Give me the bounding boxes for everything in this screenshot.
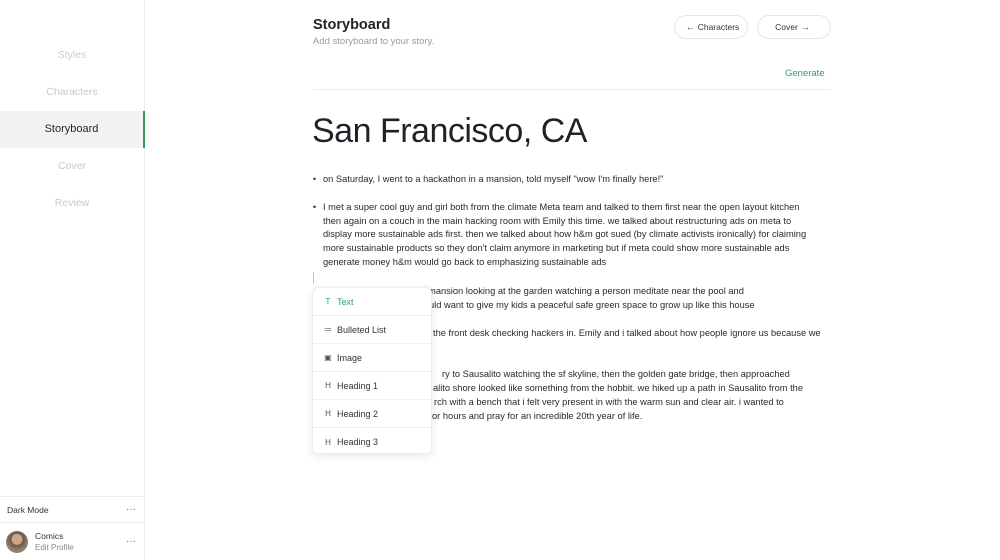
sidebar-item-styles[interactable]: Styles <box>0 37 144 74</box>
next-button-label: Cover <box>775 22 798 32</box>
sidebar-item-storyboard[interactable]: Storyboard <box>0 111 145 148</box>
paragraph-line: I met a super cool guy and girl both fro… <box>323 201 800 212</box>
menu-item-text[interactable]: T Text <box>313 288 431 316</box>
paragraph-line: the front desk checking hackers in. Emil… <box>433 328 821 338</box>
profile-text: Comics Edit Profile <box>35 531 126 553</box>
bullet-paragraph[interactable]: on Saturday, I went to a hackathon in a … <box>313 173 833 187</box>
page-subtitle: Add storyboard to your story. <box>313 36 435 47</box>
menu-item-label: Heading 2 <box>337 408 379 419</box>
menu-item-label: Bulleted List <box>337 324 387 335</box>
paragraph-line: then again on a couch in the main hackin… <box>323 215 792 226</box>
more-icon[interactable]: ··· <box>126 504 136 515</box>
paragraph-line: generate money h&m would go back to emph… <box>323 256 607 267</box>
text-cursor <box>313 272 314 284</box>
heading-icon: H <box>325 437 331 447</box>
arrow-left-icon: ← <box>685 22 695 32</box>
page-title: Storyboard <box>313 17 391 33</box>
sidebar-nav: Styles Characters Storyboard Cover Revie… <box>0 37 145 222</box>
heading-icon: H <box>325 381 331 390</box>
paragraph-line: more sustainable products so they don't … <box>323 243 790 254</box>
menu-item-label: Heading 1 <box>337 380 379 391</box>
profile-more-icon[interactable]: ··· <box>126 536 136 547</box>
back-button-label: Characters <box>697 22 740 32</box>
menu-item-label: Image <box>337 352 363 363</box>
profile-row[interactable]: Comics Edit Profile ··· <box>0 523 144 560</box>
paragraph-line: rch with a bench that i felt very presen… <box>434 397 784 407</box>
avatar <box>6 530 28 553</box>
bullet-paragraph[interactable]: I met a super cool guy and girl both fro… <box>313 201 833 270</box>
sidebar-item-cover[interactable]: Cover <box>0 148 144 185</box>
image-icon: ▣ <box>324 353 332 362</box>
paragraph-line: display more sustainable ads first. then… <box>323 229 807 240</box>
menu-item-label: Text <box>337 296 354 307</box>
menu-item-heading-2[interactable]: H Heading 2 <box>313 400 431 428</box>
paragraph-line: or hours and pray for an incredible 20th… <box>432 411 643 421</box>
document-title[interactable]: San Francisco, CA <box>312 112 587 151</box>
edit-profile-link[interactable]: Edit Profile <box>35 542 126 553</box>
paragraph-line: uld want to give my kids a peaceful safe… <box>429 300 755 310</box>
app-window: Styles Characters Storyboard Cover Revie… <box>0 0 1000 560</box>
paragraph-line: alito shore looked like something from t… <box>433 383 804 393</box>
menu-item-heading-1[interactable]: H Heading 1 <box>313 372 431 400</box>
paragraph-line: ry to Sausalito watching the sf skyline,… <box>442 369 790 379</box>
back-characters-button[interactable]: ← Characters <box>674 15 748 39</box>
next-cover-button[interactable]: Cover → <box>757 15 831 39</box>
block-type-menu: T Text ≔ Bulleted List ▣ Image H Heading… <box>312 287 432 454</box>
list-icon: ≔ <box>324 325 332 334</box>
sidebar-item-characters[interactable]: Characters <box>0 74 144 111</box>
arrow-right-icon: → <box>800 22 810 32</box>
sidebar-item-review[interactable]: Review <box>0 185 144 222</box>
menu-item-bulleted-list[interactable]: ≔ Bulleted List <box>313 316 431 344</box>
header-divider <box>313 89 831 90</box>
menu-item-label: Heading 3 <box>337 437 379 447</box>
paragraph-line: outside the mansion looking at the garde… <box>380 286 744 296</box>
dark-mode-label: Dark Mode <box>7 504 49 515</box>
heading-icon: H <box>325 409 331 418</box>
text-icon: T <box>325 297 331 306</box>
dark-mode-row[interactable]: Dark Mode ··· <box>0 496 144 523</box>
menu-item-heading-3[interactable]: H Heading 3 <box>313 428 431 453</box>
menu-item-image[interactable]: ▣ Image <box>313 344 431 372</box>
document-body[interactable]: on Saturday, I went to a hackathon in a … <box>313 173 833 270</box>
profile-name: Comics <box>35 530 64 541</box>
sidebar: Styles Characters Storyboard Cover Revie… <box>0 0 145 560</box>
generate-button[interactable]: Generate <box>785 68 825 79</box>
